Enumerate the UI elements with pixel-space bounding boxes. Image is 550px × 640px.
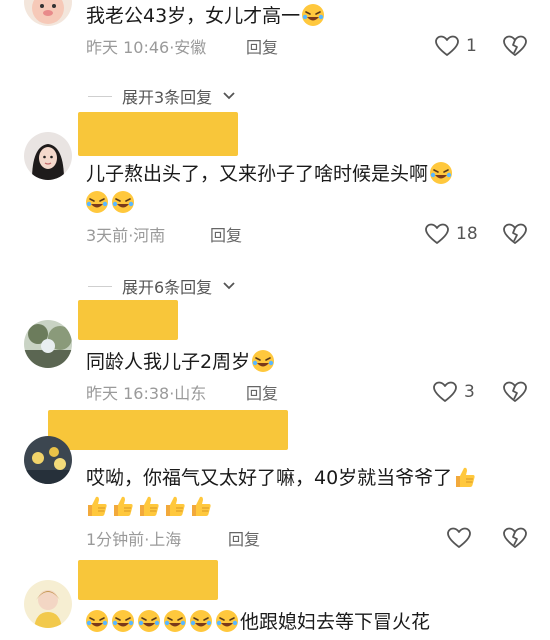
thumbs-up-emoji bbox=[163, 494, 187, 518]
broken-heart-icon bbox=[503, 527, 527, 548]
rofl-emoji bbox=[429, 161, 453, 185]
dislike-button-4[interactable] bbox=[502, 526, 528, 552]
thumbs-up-emoji bbox=[111, 494, 135, 518]
heart-outline-icon bbox=[447, 527, 471, 548]
rofl-emoji bbox=[137, 609, 161, 633]
like-button-3[interactable]: 3 bbox=[432, 380, 475, 404]
avatar-comment-3[interactable] bbox=[24, 320, 72, 368]
rofl-emoji bbox=[163, 609, 187, 633]
broken-heart-icon bbox=[503, 381, 527, 402]
avatar-comment-5[interactable] bbox=[24, 580, 72, 628]
dislike-button-2[interactable] bbox=[502, 222, 528, 248]
rofl-emoji bbox=[251, 349, 275, 373]
broken-heart-icon bbox=[503, 35, 527, 56]
rofl-emoji bbox=[85, 609, 109, 633]
avatar-comment-2[interactable] bbox=[24, 132, 72, 180]
divider-line bbox=[88, 285, 112, 287]
reply-button-4[interactable]: 回复 bbox=[228, 530, 260, 550]
comment-meta-3: 昨天 16:38·山东 bbox=[86, 384, 207, 403]
redacted-username-4 bbox=[48, 410, 288, 450]
comment-text-5-words: 他跟媳妇去等下冒火花 bbox=[240, 611, 431, 633]
avatar-comment-4[interactable] bbox=[24, 436, 72, 484]
rofl-emoji bbox=[111, 609, 135, 633]
chevron-down-icon bbox=[223, 92, 235, 100]
rofl-emoji bbox=[85, 190, 109, 214]
like-button-2[interactable]: 18 bbox=[424, 222, 478, 246]
rofl-emoji bbox=[189, 609, 213, 633]
like-count-2: 18 bbox=[456, 224, 478, 244]
chevron-down-icon bbox=[223, 282, 235, 290]
divider-line bbox=[88, 95, 112, 97]
comment-text-1: 我老公43岁，女儿才高一 bbox=[86, 2, 326, 30]
dislike-button-3[interactable] bbox=[502, 380, 528, 406]
thumbs-up-emoji bbox=[189, 494, 213, 518]
redacted-username-2 bbox=[78, 112, 238, 156]
like-count-3: 3 bbox=[464, 382, 475, 402]
heart-outline-icon bbox=[425, 223, 449, 244]
comment-meta-1: 昨天 10:46·安徽 bbox=[86, 38, 207, 57]
redacted-username-3 bbox=[78, 300, 178, 340]
avatar-comment-1[interactable] bbox=[24, 0, 72, 26]
reply-button-1[interactable]: 回复 bbox=[246, 38, 278, 58]
expand-replies-2[interactable]: 展开6条回复 bbox=[88, 274, 236, 298]
rofl-emoji bbox=[301, 3, 325, 27]
redacted-username-5 bbox=[78, 560, 218, 600]
comment-text-3: 同龄人我儿子2周岁 bbox=[86, 348, 276, 376]
like-button-1[interactable]: 1 bbox=[434, 34, 477, 58]
rofl-emoji bbox=[215, 609, 239, 633]
comment-meta-4: 1分钟前·上海 bbox=[86, 530, 182, 549]
heart-outline-icon bbox=[433, 381, 457, 402]
emoji-row-4 bbox=[84, 494, 214, 524]
thumbs-up-emoji bbox=[137, 494, 161, 518]
emoji-row-2 bbox=[84, 190, 136, 220]
reply-button-2[interactable]: 回复 bbox=[210, 226, 242, 246]
comment-meta-2: 3天前·河南 bbox=[86, 226, 166, 245]
rofl-emoji bbox=[111, 190, 135, 214]
expand-replies-1[interactable]: 展开3条回复 bbox=[88, 84, 236, 108]
like-button-4[interactable] bbox=[446, 526, 478, 550]
thumbs-up-emoji bbox=[85, 494, 109, 518]
comment-text-5: 他跟媳妇去等下冒火花 bbox=[84, 608, 430, 638]
thumbs-up-emoji bbox=[453, 465, 477, 489]
reply-button-3[interactable]: 回复 bbox=[246, 384, 278, 404]
broken-heart-icon bbox=[503, 223, 527, 244]
comment-text-4: 哎呦，你福气又太好了嘛，40岁就当爷爷了 bbox=[86, 464, 478, 492]
comment-text-2: 儿子熬出头了，又来孙子了啥时候是头啊 bbox=[86, 160, 454, 188]
heart-outline-icon bbox=[435, 35, 459, 56]
dislike-button-1[interactable] bbox=[502, 34, 528, 60]
like-count-1: 1 bbox=[466, 36, 477, 56]
